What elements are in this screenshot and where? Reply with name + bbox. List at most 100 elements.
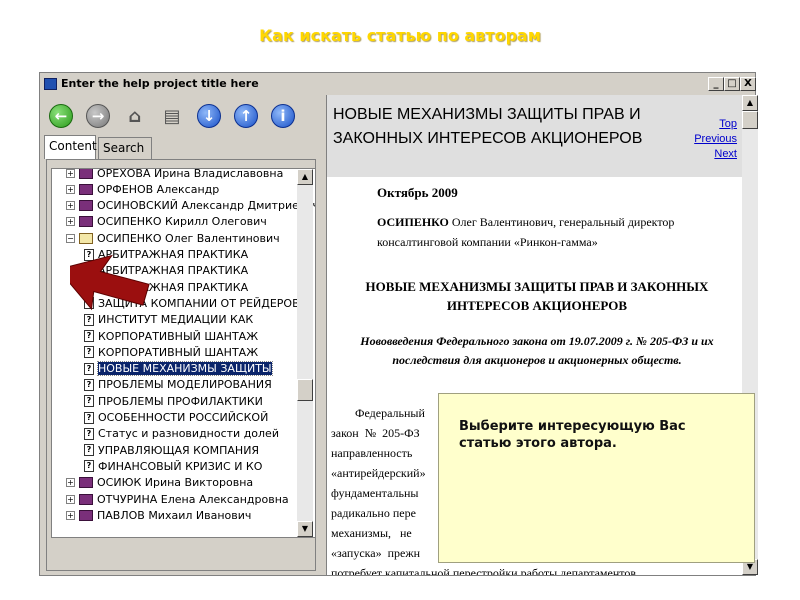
scroll-down-icon[interactable]: ▼ (297, 521, 313, 537)
back-button[interactable]: ← (49, 104, 73, 128)
topic-title: НОВЫЕ МЕХАНИЗМЫ ЗАЩИТЫ ПРАВ И ЗАКОННЫХ И… (333, 106, 643, 147)
tree-item-label: Статус и разновидности долей (98, 427, 279, 441)
tree-topic[interactable]: ? УПРАВЛЯЮЩАЯ КОМПАНИЯ (66, 442, 259, 458)
tree-topic[interactable]: ? Статус и разновидности долей (66, 426, 279, 442)
link-next[interactable]: Next (694, 147, 737, 162)
tree-item-label: ПАВЛОВ Михаил Иванович (97, 508, 252, 522)
help-page-icon: ? (84, 395, 94, 408)
tree-topic[interactable]: ? ФИНАНСОВЫЙ КРИЗИС И КО (66, 458, 262, 474)
window-titlebar[interactable]: Enter the help project title here _ □ X (40, 73, 756, 95)
tree-book[interactable]: + ОРФЕНОВ Александр (66, 181, 219, 197)
help-page-icon: ? (84, 444, 94, 457)
help-page-icon: ? (84, 330, 94, 342)
tree-item-label: УПРАВЛЯЮЩАЯ КОМПАНИЯ (98, 443, 260, 457)
tree-item-label: ОСИПЕНКО Кирилл Олегович (97, 215, 267, 229)
tree-book[interactable]: + ПАВЛОВ Михаил Иванович (66, 507, 251, 523)
tree-item-label: КОРПОРАТИВНЫЙ ШАНТАЖ (98, 345, 259, 359)
tree-topic[interactable]: ? ПРОБЛЕМЫ ПРОФИЛАКТИКИ (66, 393, 263, 409)
tree-item-label: ПРОБЛЕМЫ ПРОФИЛАКТИКИ (98, 394, 263, 408)
expand-icon[interactable]: + (66, 510, 75, 520)
house-icon: ⌂ (128, 105, 142, 127)
help-page-icon: ? (84, 362, 94, 375)
tree-item-label: ОСИНОВСКИЙ Александр Дмитриевич (97, 199, 316, 213)
article-title: НОВЫЕ МЕХАНИЗМЫ ЗАЩИТЫ ПРАВ И ЗАКОННЫХ И… (365, 279, 709, 313)
printer-icon: ▤ (163, 105, 181, 127)
tree-topic[interactable]: ? ОСОБЕННОСТИ РОССИЙСКОЙ (66, 410, 268, 426)
link-top[interactable]: Top (694, 117, 737, 132)
topic-tree: + ОРЕХОВА Ирина Владиславовна + ОРФЕНОВ Але… (51, 168, 316, 538)
home-button[interactable]: ⌂ (123, 104, 147, 128)
topic-header: НОВЫЕ МЕХАНИЗМЫ ЗАЩИТЫ ПРАВ И ЗАКОННЫХ И… (327, 95, 742, 177)
article-author: ОСИПЕНКО Олег Валентинович, генеральный … (377, 212, 727, 252)
tree-item-label: ОСИЮК Ирина Викторовна (97, 476, 254, 490)
tree-topic[interactable]: ? КОРПОРАТИВНЫЙ ШАНТАЖ (66, 328, 258, 344)
tree-item-label: ОСОБЕННОСТИ РОССИЙСКОЙ (98, 411, 269, 424)
tree-item-label: ОРФЕНОВ Александр (97, 182, 220, 196)
app-icon (44, 78, 57, 90)
tab-search[interactable]: Search (98, 137, 152, 159)
tree-item-label: ФИНАНСОВЫЙ КРИЗИС И КО (98, 459, 263, 473)
toolbar: ← → ⌂ ▤ ↓ ↑ i (43, 98, 323, 132)
print-button[interactable]: ▤ (160, 104, 184, 128)
expand-icon[interactable]: + (66, 478, 75, 488)
forward-button[interactable]: → (86, 104, 110, 128)
tree-item-label: НОВЫЕ МЕХАНИЗМЫ ЗАЩИТЫ (97, 361, 273, 377)
tree-book[interactable]: + ОРЕХОВА Ирина Владиславовна (66, 168, 284, 181)
help-page-icon: ? (84, 411, 94, 424)
window-title: Enter the help project title here (61, 77, 259, 90)
book-icon (79, 477, 93, 489)
tree-book[interactable]: + ОТЧУРИНА Елена Александровна (66, 491, 289, 507)
help-page-icon: ? (84, 378, 94, 391)
maximize-button[interactable]: □ (724, 77, 740, 91)
slide-title: Как искать статью по авторам (259, 26, 541, 45)
author-name: ОСИПЕНКО (377, 215, 449, 229)
scroll-up-icon[interactable]: ▲ (297, 169, 313, 185)
book-icon (79, 509, 93, 521)
body-line: потребует капитальной перестройки работы… (331, 566, 637, 575)
content-scroll-thumb[interactable] (742, 111, 758, 129)
blue-info-icon: i (280, 107, 286, 125)
blue-down-arrow: ↓ (202, 107, 216, 125)
article-subheading: Нововведения Федерального закона от 19.0… (360, 334, 714, 367)
tree-topic[interactable]: ? НОВЫЕ МЕХАНИЗМЫ ЗАЩИТЫ (66, 361, 273, 377)
content-scroll-up-icon[interactable]: ▲ (742, 95, 758, 111)
book-icon (79, 169, 93, 179)
help-page-icon: ? (84, 460, 94, 473)
tree-item-label: КОРПОРАТИВНЫЙ ШАНТАЖ (98, 329, 259, 343)
blue-up-arrow: ↑ (239, 107, 253, 125)
minimize-button[interactable]: _ (708, 77, 724, 91)
tree-book[interactable]: + ОСИЮК Ирина Викторовна (66, 475, 253, 491)
expand-icon[interactable]: + (66, 201, 75, 211)
tree-book[interactable]: + ОСИНОВСКИЙ Александр Дмитриевич (66, 198, 316, 214)
help-page-icon: ? (84, 427, 94, 440)
down-button[interactable]: ↓ (197, 104, 221, 128)
expand-icon[interactable]: + (66, 217, 75, 227)
tree-book[interactable]: + ОСИПЕНКО Кирилл Олегович (66, 214, 267, 230)
topic-nav: Top Previous Next (694, 117, 737, 162)
tree-item-label: ОРЕХОВА Ирина Владиславовна (97, 168, 284, 180)
link-previous[interactable]: Previous (694, 132, 737, 147)
navigation-pane: + ОРЕХОВА Ирина Владиславовна + ОРФЕНОВ Але… (46, 159, 316, 571)
book-icon (79, 493, 93, 505)
tab-content[interactable]: Content (44, 135, 97, 159)
info-button[interactable]: i (271, 104, 295, 128)
book-icon (79, 216, 93, 228)
scroll-thumb[interactable] (297, 379, 313, 401)
up-button[interactable]: ↑ (234, 104, 258, 128)
tree-topic[interactable]: ? КОРПОРАТИВНЫЙ ШАНТАЖ (66, 344, 258, 360)
instruction-callout: Выберите интересующую Вас статью этого а… (438, 393, 755, 563)
pointer-arrow-icon (70, 254, 150, 311)
green-left-arrow: ← (54, 107, 68, 125)
book-icon (79, 183, 93, 195)
gray-right-arrow: → (91, 107, 105, 125)
tree-topic[interactable]: ? ПРОБЛЕМЫ МОДЕЛИРОВАНИЯ (66, 377, 272, 393)
article-date: Октябрь 2009 (377, 185, 458, 200)
help-page-icon: ? (84, 346, 94, 359)
book-icon (79, 200, 93, 212)
expand-icon[interactable]: + (66, 494, 75, 504)
close-button[interactable]: X (740, 77, 756, 91)
tree-item-label: ОТЧУРИНА Елена Александровна (97, 492, 289, 506)
tree-scrollbar[interactable]: ▲ ▼ (297, 169, 313, 537)
expand-icon[interactable]: + (66, 184, 75, 194)
expand-icon[interactable]: + (66, 169, 75, 178)
